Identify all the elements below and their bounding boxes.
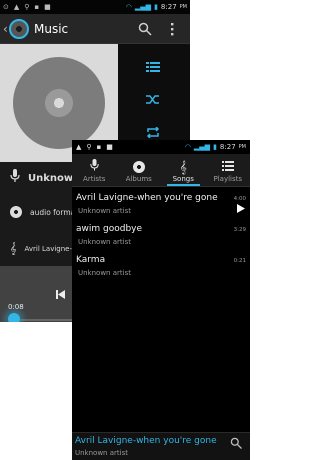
status-bar: ▲ ⚲ ▪ ■ ◠ ▂▄▆ ▮ 8:27 PM [72, 140, 250, 154]
battery-icon: ▮ [154, 3, 158, 11]
album-row: audio format [10, 206, 78, 218]
album-name: audio format [30, 207, 79, 217]
seek-bar-thumb[interactable] [8, 313, 20, 322]
song-title: Karma [76, 255, 106, 265]
music-note-icon: 𝄞 [179, 160, 187, 174]
tab-label: Playlists [213, 175, 243, 183]
clock-time: 8:27 [219, 143, 236, 151]
wifi-icon: ◠ [125, 3, 132, 11]
clock-ampm: PM [238, 144, 246, 150]
now-playing-bar[interactable]: Avril Lavigne-when you're gone Unknown a… [72, 432, 250, 460]
notification-icon: ⊙ [3, 3, 9, 11]
clock-time: 8:27 [160, 3, 177, 11]
tab-divider [72, 186, 250, 187]
notification-icons: ▲ ⚲ ▪ ■ [76, 143, 113, 151]
battery-icon: ▮ [213, 143, 217, 151]
clock-ampm: PM [179, 4, 187, 10]
song-duration: 0:21 [233, 258, 246, 264]
overflow-menu-icon[interactable] [169, 21, 175, 40]
play-icon[interactable] [237, 204, 245, 216]
now-playing-title: Avril Lavigne-when you're gone [75, 436, 217, 446]
lock-icon: ▪ [96, 143, 102, 151]
song-artist: Unknown artist [78, 207, 131, 215]
song-row: 𝄞 Avril Lavigne- [10, 242, 72, 256]
music-note-icon: 𝄞 [10, 242, 17, 255]
app-title: Music [34, 21, 69, 36]
image-icon: ■ [106, 143, 113, 151]
wifi-icon: ◠ [184, 143, 191, 151]
songs-list-screen: ▲ ⚲ ▪ ■ ◠ ▂▄▆ ▮ 8:27 PM Artists Albums 𝄞… [72, 140, 250, 460]
disc-icon [132, 161, 145, 173]
library-tabs: Artists Albums 𝄞 Songs Playlists [72, 154, 250, 186]
song-duration: 4:00 [233, 196, 246, 202]
previous-track-icon[interactable] [56, 290, 65, 302]
shuffle-icon[interactable] [146, 93, 160, 109]
list-icon [221, 161, 234, 173]
usb-icon: ⚲ [24, 3, 30, 11]
status-right: ◠ ▂▄▆ ▮ 8:27 PM [126, 3, 187, 11]
album-art-disc-icon [13, 57, 105, 149]
search-icon[interactable] [230, 437, 242, 452]
song-title: awim goodbye [76, 224, 143, 234]
music-app-icon[interactable] [9, 18, 29, 39]
notification-icons: ⊙ ▲ ⚲ ▪ ■ [3, 3, 51, 11]
signal-icon: ▂▄▆ [134, 3, 152, 11]
tab-label: Albums [125, 175, 152, 183]
search-icon[interactable] [138, 21, 152, 40]
tab-label: Artists [83, 175, 106, 183]
mic-icon [90, 159, 99, 173]
warning-icon: ▲ [76, 143, 82, 151]
tab-label: Songs [172, 175, 194, 183]
action-bar: ‹ Music [0, 14, 190, 44]
song-artist: Unknown artist [78, 269, 131, 277]
mic-icon [10, 169, 20, 187]
warning-icon: ▲ [13, 3, 20, 11]
song-list-item[interactable]: Karma Unknown artist 0:21 [72, 252, 250, 288]
status-bar: ⊙ ▲ ⚲ ▪ ■ ◠ ▂▄▆ ▮ 8:27 PM [0, 0, 190, 14]
image-icon: ■ [44, 3, 51, 11]
elapsed-time: 0:08 [8, 303, 24, 311]
tab-artists[interactable]: Artists [72, 154, 117, 186]
queue-list-icon[interactable] [146, 60, 160, 76]
status-right: ◠ ▂▄▆ ▮ 8:27 PM [185, 143, 246, 151]
tab-playlists[interactable]: Playlists [206, 154, 251, 186]
signal-icon: ▂▄▆ [193, 143, 211, 151]
tab-albums[interactable]: Albums [117, 154, 162, 186]
tab-songs[interactable]: 𝄞 Songs [161, 154, 206, 186]
song-title: Avril Lavigne-when you're gone [76, 193, 218, 203]
song-duration: 3:29 [233, 227, 246, 233]
disc-icon [10, 206, 22, 218]
song-name: Avril Lavigne- [24, 245, 73, 253]
lock-icon: ▪ [34, 3, 40, 11]
song-artist: Unknown artist [78, 238, 131, 246]
usb-icon: ⚲ [86, 143, 92, 151]
now-playing-artist: Unknown artist [75, 449, 128, 457]
